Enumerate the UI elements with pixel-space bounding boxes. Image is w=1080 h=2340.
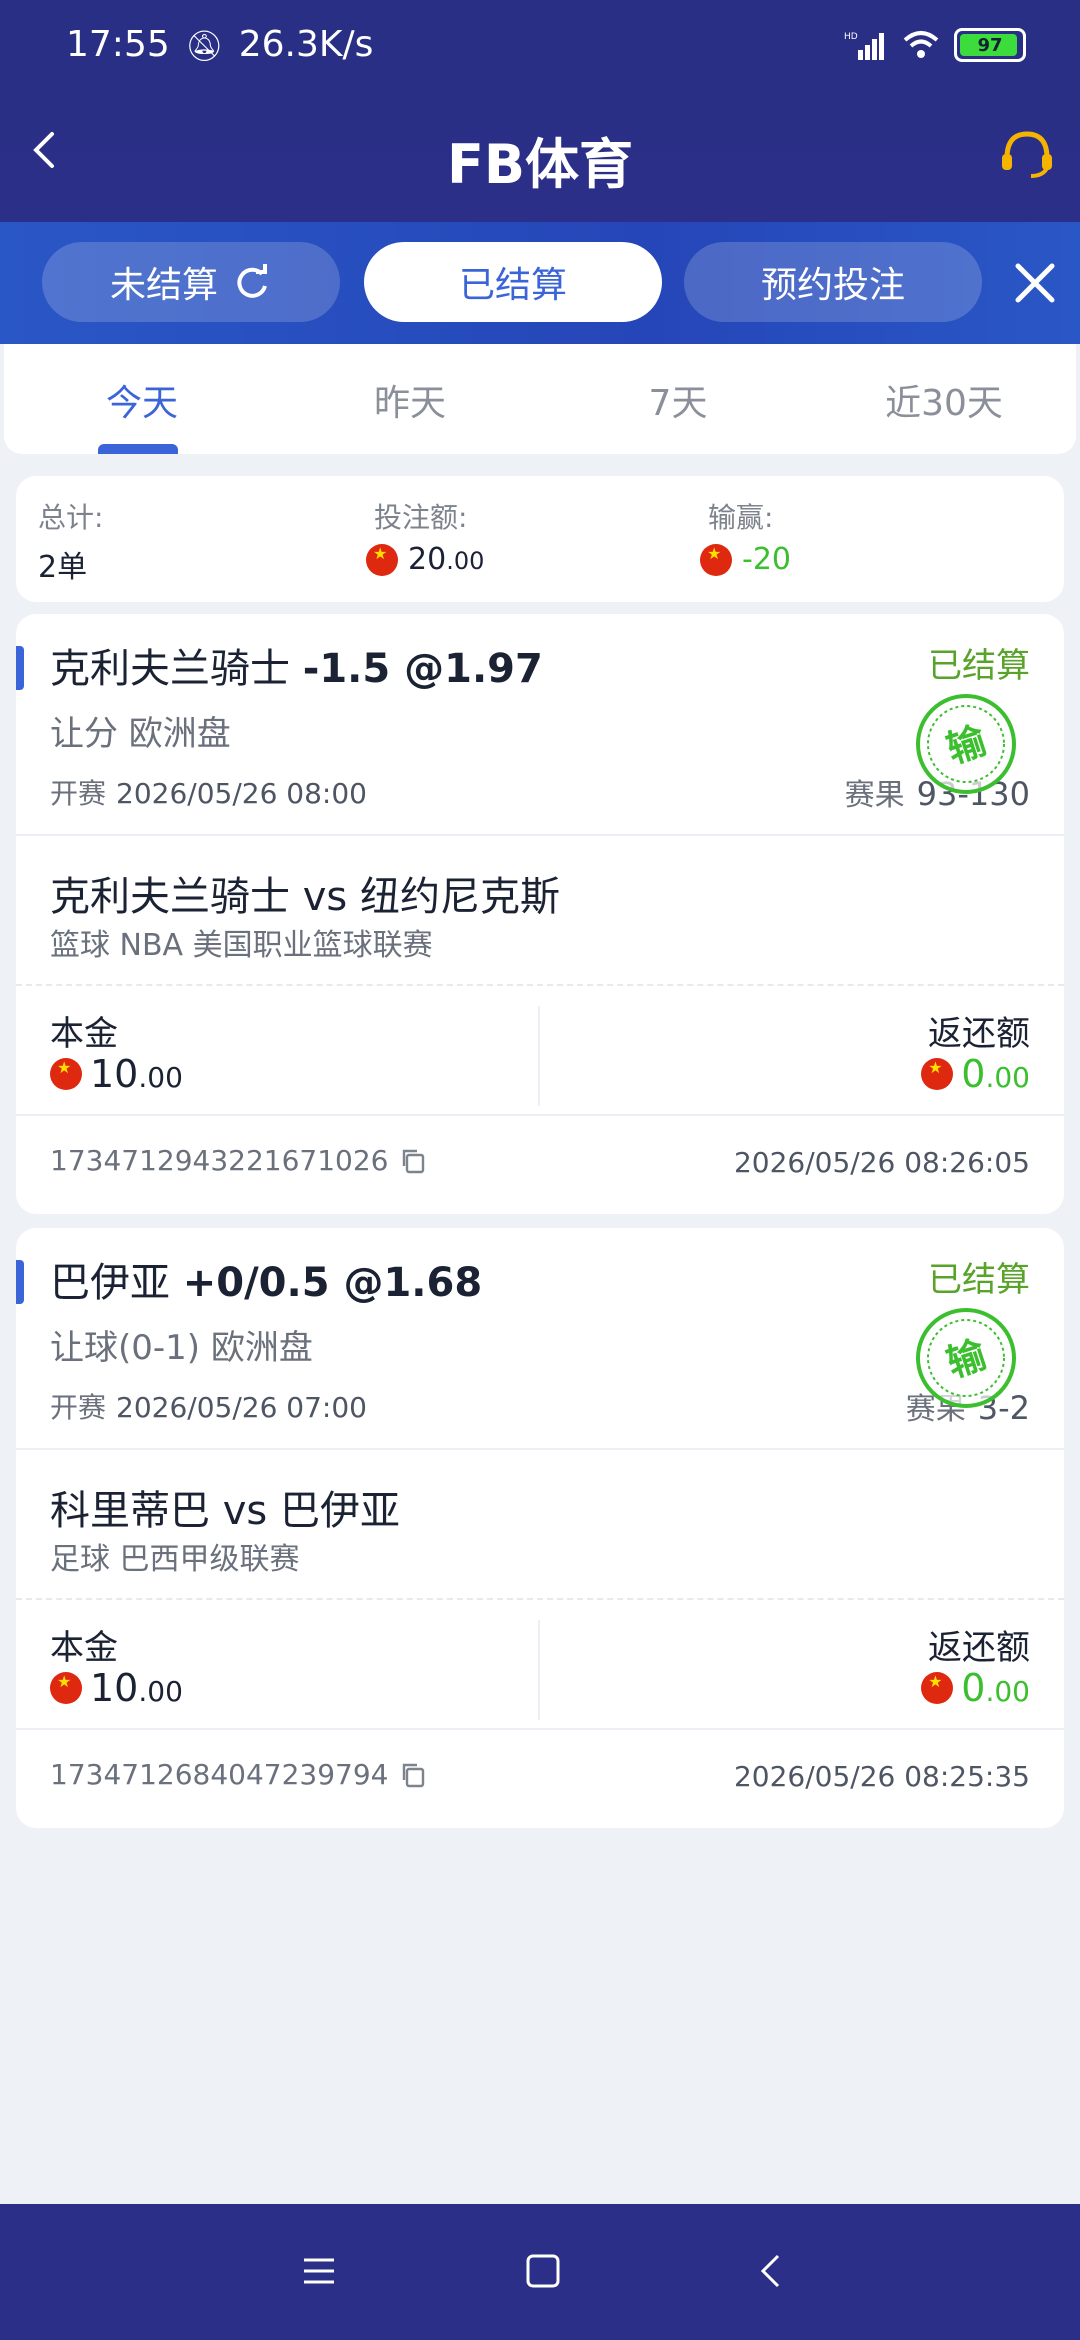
card-accent: [16, 646, 24, 690]
mute-bell-icon: 🔕︎: [185, 29, 224, 64]
order-id: 1734712943221671026: [50, 1144, 426, 1177]
winloss-label: 输赢:: [708, 501, 774, 534]
tab-settled[interactable]: 已结算: [364, 242, 662, 322]
svg-text:HD: HD: [844, 32, 858, 42]
league-name: 篮球 NBA 美国职业篮球联赛: [50, 928, 433, 963]
menu-icon[interactable]: [296, 2248, 342, 2294]
total-value: 2单: [38, 550, 88, 585]
customer-service-icon[interactable]: [998, 128, 1056, 180]
currency-flag-icon: [50, 1058, 82, 1090]
page-title: FB体育: [446, 133, 634, 196]
copy-icon[interactable]: [400, 1762, 426, 1788]
match-name: 克利夫兰骑士 vs 纽约尼克斯: [50, 874, 560, 920]
kickoff: 开赛 2026/05/26 08:00: [50, 777, 367, 810]
bet-card[interactable]: 克利夫兰骑士 -1.5 @1.97 已结算 让分 欧洲盘 开赛 2026/05/2…: [16, 614, 1064, 1214]
system-nav-bar: [0, 2204, 1080, 2340]
tab-today[interactable]: 今天: [58, 374, 226, 426]
status-icons: HD 97: [844, 28, 1026, 62]
return-amount: 0.00: [921, 1052, 1030, 1096]
kickoff: 开赛 2026/05/26 07:00: [50, 1391, 367, 1424]
bet-status: 已结算: [928, 1260, 1030, 1300]
total-label: 总计:: [38, 501, 104, 534]
return-amount: 0.00: [921, 1666, 1030, 1710]
stake-value: 20.00: [366, 542, 484, 577]
order-time: 2026/05/26 08:26:05: [733, 1146, 1030, 1179]
date-filter-tabs: 今天 昨天 7天 近30天: [4, 344, 1076, 454]
return-label: 返还额: [928, 1014, 1030, 1054]
back-nav-icon[interactable]: [748, 2248, 794, 2294]
match-name: 科里蒂巴 vs 巴伊亚: [50, 1488, 400, 1534]
tab-yesterday[interactable]: 昨天: [326, 374, 494, 426]
app-header: 17:55 🔕︎ 26.3K/s HD 97 FB体育: [0, 0, 1080, 222]
network-speed: 26.3K/s: [238, 24, 374, 65]
bet-card[interactable]: 巴伊亚 +0/0.5 @1.68 已结算 让球(0-1) 欧洲盘 开赛 2026/…: [16, 1228, 1064, 1828]
battery-icon: 97: [954, 28, 1026, 62]
stake-label: 本金: [50, 1014, 118, 1054]
home-icon[interactable]: [520, 2248, 566, 2294]
currency-flag-icon: [921, 1672, 954, 1704]
close-icon[interactable]: [1010, 258, 1060, 308]
stake-amount: 10.00: [50, 1052, 183, 1096]
summary-panel: 总计: 2单 投注额: 20.00 输赢: -20: [16, 476, 1064, 602]
status-time: 17:55 🔕︎ 26.3K/s: [66, 24, 374, 65]
stake-label: 本金: [50, 1628, 118, 1668]
order-time: 2026/05/26 08:25:35: [733, 1760, 1030, 1793]
currency-flag-icon: [921, 1058, 954, 1090]
refresh-icon[interactable]: [232, 262, 272, 302]
bet-status: 已结算: [928, 646, 1030, 686]
tab-reserved[interactable]: 预约投注: [684, 242, 982, 322]
tab-7days[interactable]: 7天: [594, 374, 762, 426]
league-name: 足球 巴西甲级联赛: [50, 1542, 300, 1577]
bet-selection: 巴伊亚 +0/0.5 @1.68: [50, 1260, 483, 1306]
order-id: 1734712684047239794: [50, 1758, 426, 1791]
stake-amount: 10.00: [50, 1666, 183, 1710]
active-tab-indicator: [98, 444, 178, 454]
stake-label: 投注额:: [374, 501, 468, 534]
tab-30days[interactable]: 近30天: [860, 374, 1028, 426]
card-accent: [16, 1260, 24, 1304]
currency-flag-icon: [50, 1672, 82, 1704]
bet-selection: 克利夫兰骑士 -1.5 @1.97: [50, 646, 543, 692]
bet-market: 让分 欧洲盘: [50, 714, 231, 754]
tab-unsettled[interactable]: 未结算: [42, 242, 340, 322]
copy-icon[interactable]: [400, 1148, 426, 1174]
currency-flag-icon: [366, 543, 398, 576]
bet-market: 让球(0-1) 欧洲盘: [50, 1328, 313, 1368]
lose-stamp-icon: 输: [916, 1308, 1016, 1408]
return-label: 返还额: [928, 1628, 1030, 1668]
wifi-icon: [903, 31, 939, 58]
lose-stamp-icon: 输: [916, 694, 1016, 794]
winloss-value: -20: [700, 542, 791, 577]
currency-flag-icon: [700, 543, 732, 576]
signal-icon: HD: [844, 32, 884, 60]
